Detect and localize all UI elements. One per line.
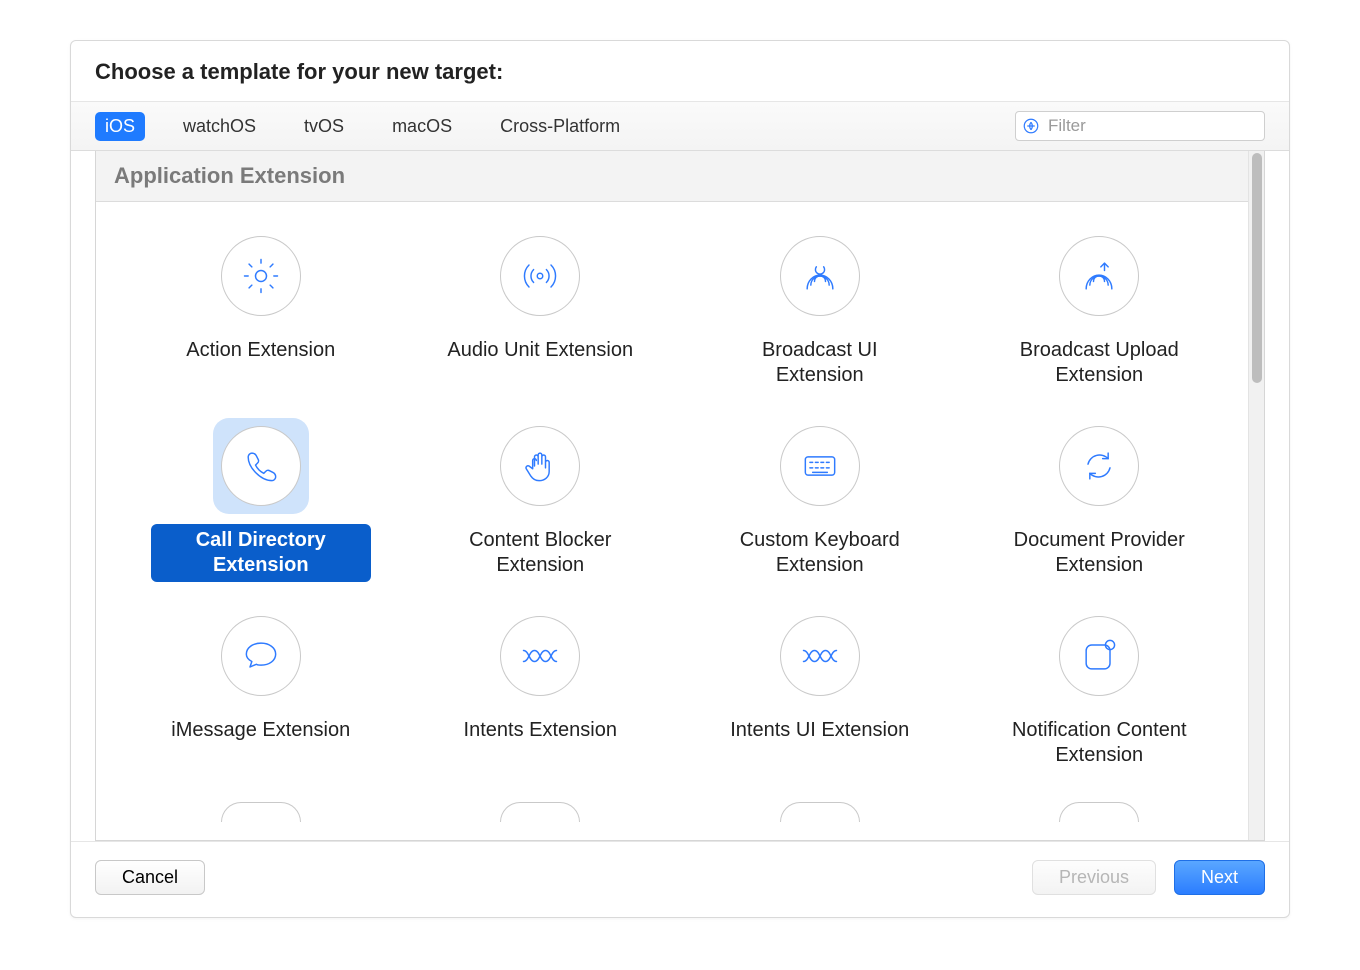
intents-icon xyxy=(500,616,580,696)
broadcast-icon-wrap xyxy=(772,228,868,324)
template-label: Broadcast UI Extension xyxy=(710,334,930,392)
sync-icon xyxy=(1059,426,1139,506)
template-custom-keyboard-extension[interactable]: Custom Keyboard Extension xyxy=(685,412,955,592)
scrollbar-thumb[interactable] xyxy=(1252,153,1262,383)
partial-next-row xyxy=(96,802,1264,832)
hand-icon-wrap xyxy=(492,418,588,514)
audio-icon xyxy=(500,236,580,316)
template-action-extension[interactable]: Action Extension xyxy=(126,222,396,402)
template-audio-unit-extension[interactable]: Audio Unit Extension xyxy=(406,222,676,402)
template-document-provider-extension[interactable]: Document Provider Extension xyxy=(965,412,1235,592)
cancel-button[interactable]: Cancel xyxy=(95,860,205,895)
keyboard-icon xyxy=(780,426,860,506)
tab-tvos[interactable]: tvOS xyxy=(294,112,354,141)
template-grid: Action Extension Audio Unit Extension Broa… xyxy=(96,202,1264,802)
template-scroll: Application Extension Action Extension Au… xyxy=(95,151,1265,841)
template-label: Intents UI Extension xyxy=(720,714,919,747)
audio-icon-wrap xyxy=(492,228,588,324)
template-intents-extension[interactable]: Intents Extension xyxy=(406,602,676,782)
notif-icon xyxy=(1059,616,1139,696)
next-button[interactable]: Next xyxy=(1174,860,1265,895)
template-label: iMessage Extension xyxy=(161,714,360,747)
phone-icon xyxy=(221,426,301,506)
bubble-icon-wrap xyxy=(213,608,309,704)
intents-icon-wrap xyxy=(492,608,588,704)
template-intents-ui-extension[interactable]: Intents UI Extension xyxy=(685,602,955,782)
filter-input[interactable] xyxy=(1046,115,1271,137)
template-content-blocker-extension[interactable]: Content Blocker Extension xyxy=(406,412,676,592)
notif-icon-wrap xyxy=(1051,608,1147,704)
tab-watchos[interactable]: watchOS xyxy=(173,112,266,141)
template-label: Broadcast Upload Extension xyxy=(989,334,1209,392)
broadcast-icon xyxy=(780,236,860,316)
template-label: Intents Extension xyxy=(454,714,627,747)
template-label: Notification Content Extension xyxy=(989,714,1209,772)
broadcastup-icon xyxy=(1059,236,1139,316)
new-target-sheet: Choose a template for your new target: i… xyxy=(70,40,1290,918)
template-label: Audio Unit Extension xyxy=(437,334,643,367)
footer: Cancel Previous Next xyxy=(71,842,1289,917)
template-label: Action Extension xyxy=(176,334,345,367)
phone-icon-wrap xyxy=(213,418,309,514)
tab-macos[interactable]: macOS xyxy=(382,112,462,141)
intents-icon-wrap xyxy=(772,608,868,704)
template-broadcast-upload-extension[interactable]: Broadcast Upload Extension xyxy=(965,222,1235,402)
template-label: Content Blocker Extension xyxy=(430,524,650,582)
sync-icon-wrap xyxy=(1051,418,1147,514)
hand-icon xyxy=(500,426,580,506)
template-notification-content-extension[interactable]: Notification Content Extension xyxy=(965,602,1235,782)
section-header: Application Extension xyxy=(96,151,1264,202)
gear-icon-wrap xyxy=(213,228,309,324)
previous-button[interactable]: Previous xyxy=(1032,860,1156,895)
filter-field[interactable] xyxy=(1015,111,1265,141)
template-label: Document Provider Extension xyxy=(989,524,1209,582)
template-area: Application Extension Action Extension Au… xyxy=(71,151,1289,842)
sheet-title: Choose a template for your new target: xyxy=(71,41,1289,101)
tab-crossplatform[interactable]: Cross-Platform xyxy=(490,112,630,141)
platform-toolbar: iOS watchOS tvOS macOS Cross-Platform xyxy=(71,101,1289,151)
tab-ios[interactable]: iOS xyxy=(95,112,145,141)
platform-tabs: iOS watchOS tvOS macOS Cross-Platform xyxy=(95,112,630,141)
bubble-icon xyxy=(221,616,301,696)
broadcastup-icon-wrap xyxy=(1051,228,1147,324)
template-call-directory-extension[interactable]: Call Directory Extension xyxy=(126,412,396,592)
filter-icon xyxy=(1022,117,1040,135)
intents-icon xyxy=(780,616,860,696)
keyboard-icon-wrap xyxy=(772,418,868,514)
template-imessage-extension[interactable]: iMessage Extension xyxy=(126,602,396,782)
template-broadcast-ui-extension[interactable]: Broadcast UI Extension xyxy=(685,222,955,402)
scrollbar-track[interactable] xyxy=(1248,151,1264,840)
template-label: Custom Keyboard Extension xyxy=(710,524,930,582)
gear-icon xyxy=(221,236,301,316)
template-label: Call Directory Extension xyxy=(151,524,371,582)
